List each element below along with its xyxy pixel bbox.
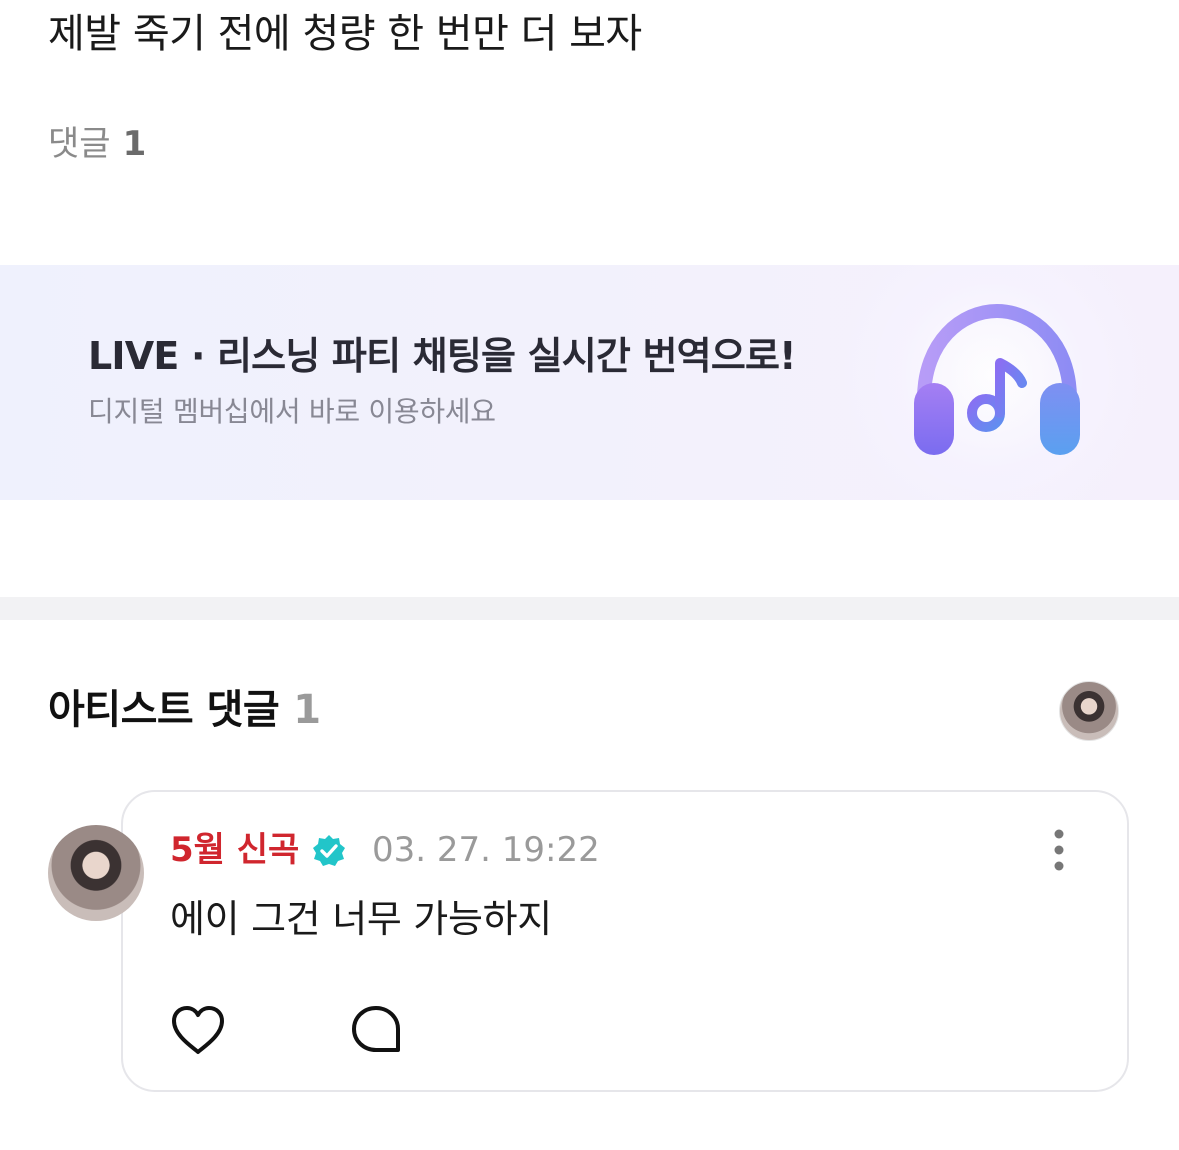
post-detail-page: 제발 죽기 전에 청량 한 번만 더 보자 댓글 1 LIVE · 리스닝 파티 … bbox=[0, 0, 1179, 1150]
comment-count[interactable]: 댓글 1 bbox=[48, 122, 146, 166]
artist-comments-title: 아티스트 댓글 bbox=[48, 687, 280, 733]
post-body-text: 제발 죽기 전에 청량 한 번만 더 보자 bbox=[48, 11, 642, 57]
more-vertical-icon[interactable] bbox=[1040, 826, 1078, 874]
comment-count-number: 1 bbox=[122, 124, 147, 164]
artist-avatar-small[interactable] bbox=[1059, 681, 1119, 741]
comment-timestamp: 03. 27. 19:22 bbox=[372, 830, 600, 870]
banner-subtitle: 디지털 멤버십에서 바로 이용하세요 bbox=[88, 395, 496, 428]
headphones-music-icon bbox=[914, 303, 1080, 455]
heart-icon[interactable] bbox=[168, 1002, 228, 1058]
comment-text: 에이 그건 너무 가능하지 bbox=[170, 897, 552, 941]
banner-title: LIVE · 리스닝 파티 채팅을 실시간 번역으로! bbox=[88, 334, 796, 378]
verified-badge-icon bbox=[313, 835, 345, 866]
artist-comments-count: 1 bbox=[293, 687, 321, 733]
comment-author-name[interactable]: 5월 신곡 bbox=[170, 828, 299, 872]
section-divider bbox=[0, 597, 1179, 620]
comment-author-avatar[interactable] bbox=[48, 825, 144, 921]
membership-promo-banner[interactable]: LIVE · 리스닝 파티 채팅을 실시간 번역으로! 디지털 멤버십에서 바로… bbox=[0, 265, 1179, 500]
reply-bubble-icon[interactable] bbox=[348, 1002, 404, 1058]
comment-count-label: 댓글 bbox=[48, 124, 111, 164]
artist-comments-heading: 아티스트 댓글 1 bbox=[48, 683, 321, 737]
